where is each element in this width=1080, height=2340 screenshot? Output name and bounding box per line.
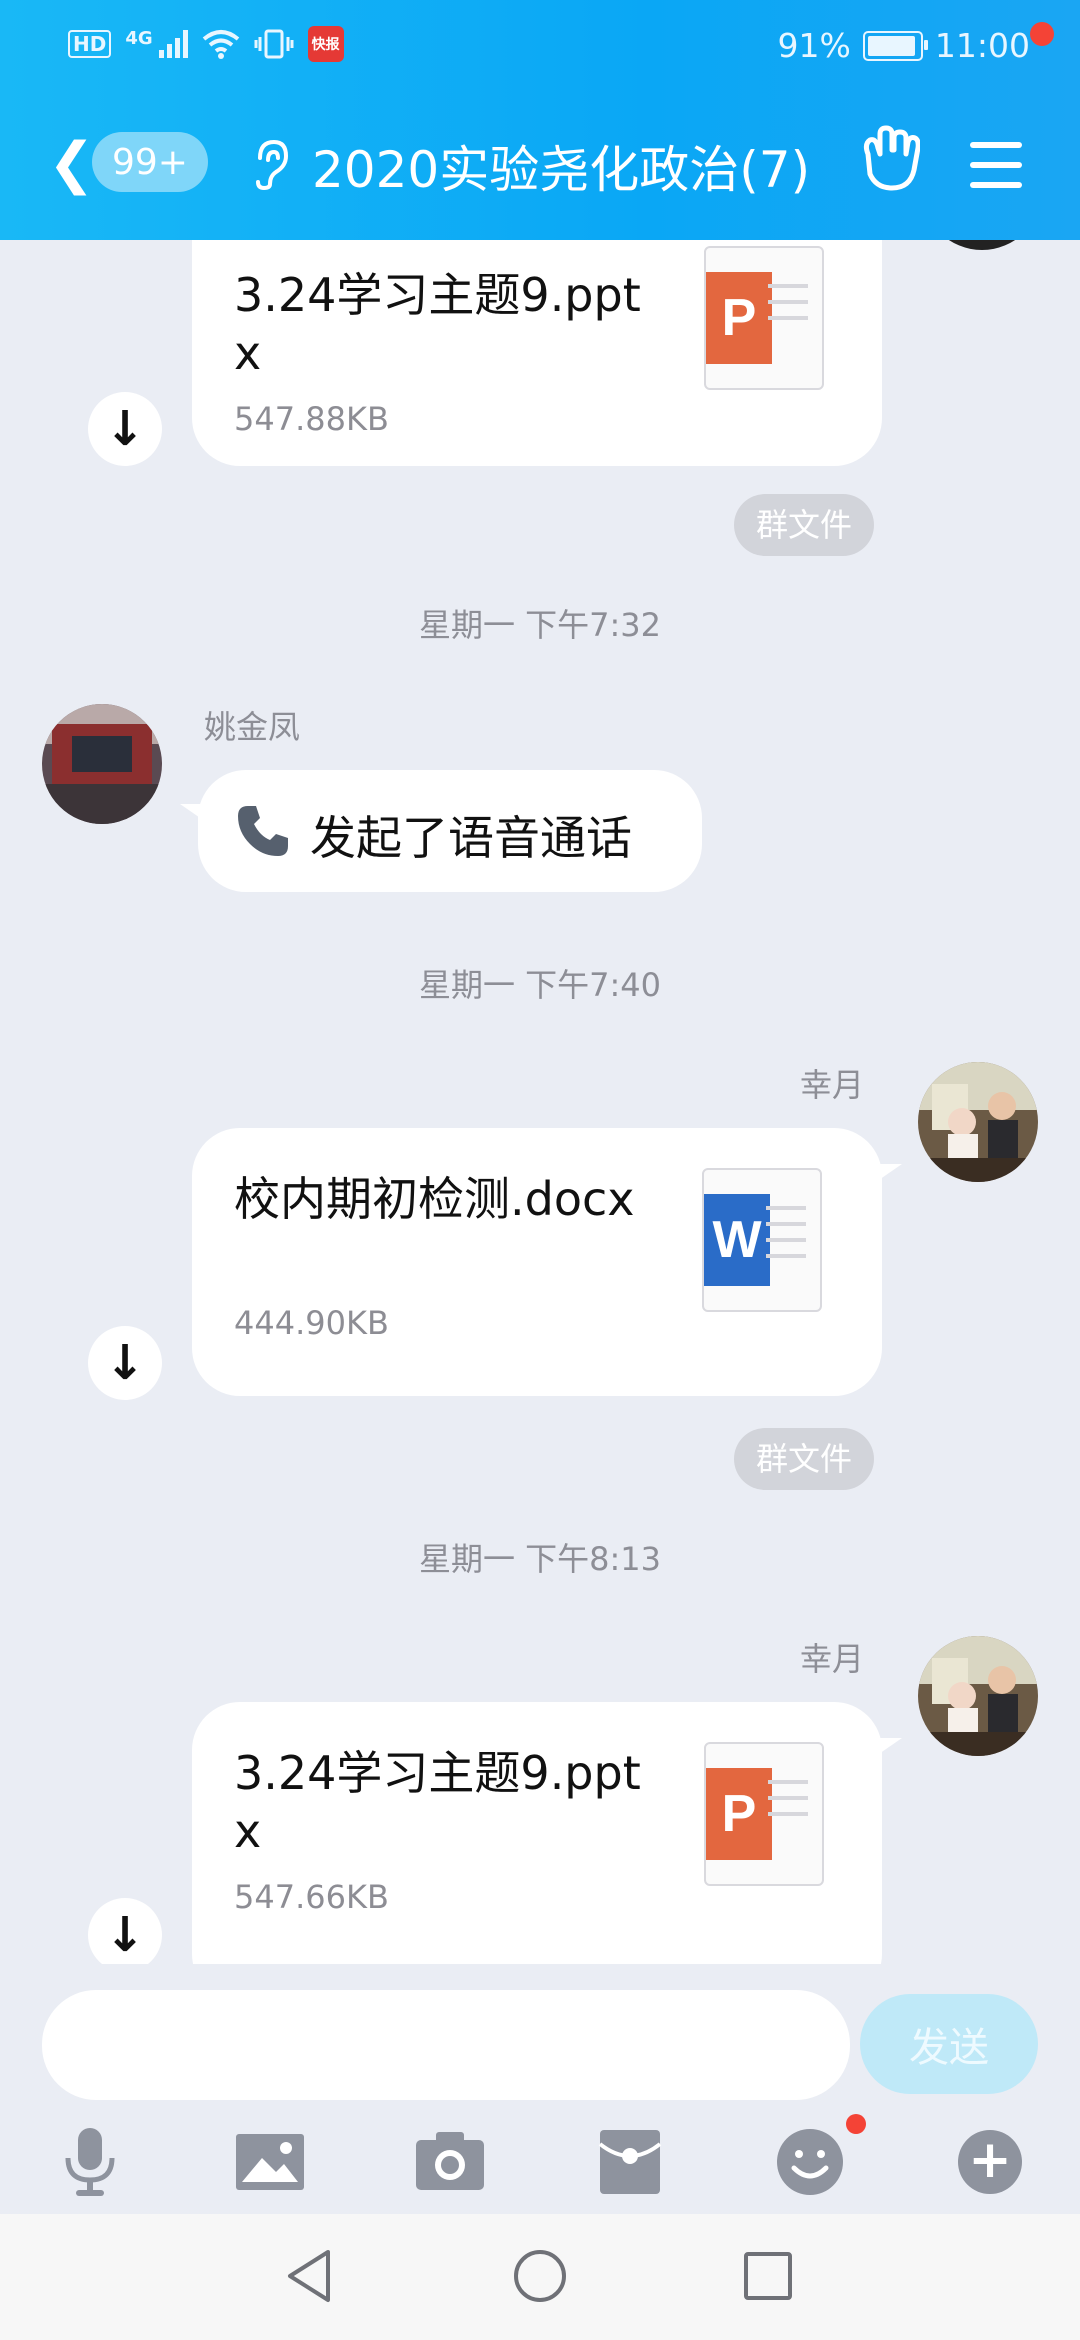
menu-icon[interactable] [970, 142, 1022, 202]
image-icon[interactable] [232, 2124, 308, 2200]
group-file-tag[interactable]: 群文件 [734, 494, 875, 556]
unread-count-badge[interactable]: 99+ [92, 132, 208, 192]
back-icon[interactable]: ❮ [48, 136, 95, 192]
ppt-file-icon: P [704, 1742, 824, 1886]
hd-indicator: HD [68, 30, 112, 58]
status-bar: HD 4G 快报 91% 11:00 [0, 0, 1080, 92]
ppt-file-icon: P [704, 246, 824, 390]
microphone-icon[interactable] [52, 2124, 128, 2200]
voice-call-bubble[interactable]: 发起了语音通话 [198, 770, 702, 892]
avatar[interactable] [918, 1636, 1038, 1756]
sender-name: 幸月 [800, 1640, 865, 1678]
battery-icon [862, 30, 928, 61]
clock: 11:00 [934, 26, 1030, 65]
avatar[interactable] [918, 1062, 1038, 1182]
send-button[interactable]: 发送 [860, 1994, 1038, 2094]
signal-icon [158, 30, 188, 58]
camera-icon[interactable] [412, 2124, 488, 2200]
download-icon[interactable]: ↓ [88, 1898, 162, 1964]
sender-name: 幸月 [800, 1066, 865, 1104]
network-type: 4G [125, 27, 153, 49]
file-size: 444.90KB [234, 1304, 389, 1342]
avatar[interactable] [922, 240, 1042, 250]
news-app-icon: 快报 [307, 26, 344, 62]
menu-notification-dot [1030, 22, 1054, 46]
nav-recents-icon[interactable] [738, 2246, 798, 2306]
file-message-bubble[interactable]: 3.24学习主题9.pptx 547.66KB P [192, 1702, 882, 1964]
message-input[interactable] [42, 1990, 850, 2100]
download-icon[interactable]: ↓ [88, 392, 162, 466]
chat-header: ❮ 99+ 2020实验尧化政治(7) [0, 92, 1080, 240]
sender-name: 姚金凤 [204, 708, 301, 746]
battery-percent: 91% [777, 26, 851, 65]
ear-icon [256, 139, 289, 190]
chat-title: 2020实验尧化政治(7) [312, 141, 811, 199]
nav-back-icon[interactable] [280, 2246, 340, 2306]
top-bar: HD 4G 快报 91% 11:00 ❮ 99+ 2020实验尧化政治(7) [0, 0, 1080, 240]
wifi-icon [202, 30, 239, 59]
red-packet-icon[interactable] [592, 2124, 668, 2200]
word-file-icon: W [702, 1168, 822, 1312]
emoji-icon[interactable] [772, 2124, 848, 2200]
input-area: 发送 + [0, 1964, 1080, 2214]
call-text: 发起了语音通话 [310, 811, 632, 865]
vibrate-icon [254, 29, 294, 59]
timestamp: 星期一 下午7:32 [418, 606, 662, 644]
plus-icon[interactable]: + [958, 2130, 1022, 2194]
timestamp: 星期一 下午8:13 [418, 1540, 662, 1578]
file-name: 3.24学习主题9.pptx [234, 268, 641, 380]
group-file-tag[interactable]: 群文件 [734, 1428, 875, 1490]
file-size: 547.66KB [234, 1878, 389, 1916]
input-toolbar: + [0, 2114, 1080, 2214]
download-icon[interactable]: ↓ [88, 1326, 162, 1400]
file-size: 547.88KB [234, 400, 389, 438]
hand-gesture-icon[interactable] [860, 124, 920, 194]
file-name: 3.24学习主题9.pptx [234, 1746, 641, 1858]
phone-icon [238, 806, 288, 856]
nav-home-icon[interactable] [510, 2246, 570, 2306]
file-message-bubble[interactable]: 3.24学习主题9.pptx 547.88KB P [192, 240, 882, 466]
avatar[interactable] [42, 704, 162, 824]
timestamp: 星期一 下午7:40 [418, 966, 662, 1004]
system-nav-bar [0, 2214, 1080, 2340]
file-message-bubble[interactable]: 校内期初检测.docx 444.90KB W [192, 1128, 882, 1396]
chat-message-list[interactable]: 3.24学习主题9.pptx 547.88KB P ↓ 群文件 星期一 下午7:… [0, 240, 1080, 1964]
file-name: 校内期初检测.docx [234, 1172, 635, 1226]
emoji-notification-dot [846, 2114, 866, 2134]
